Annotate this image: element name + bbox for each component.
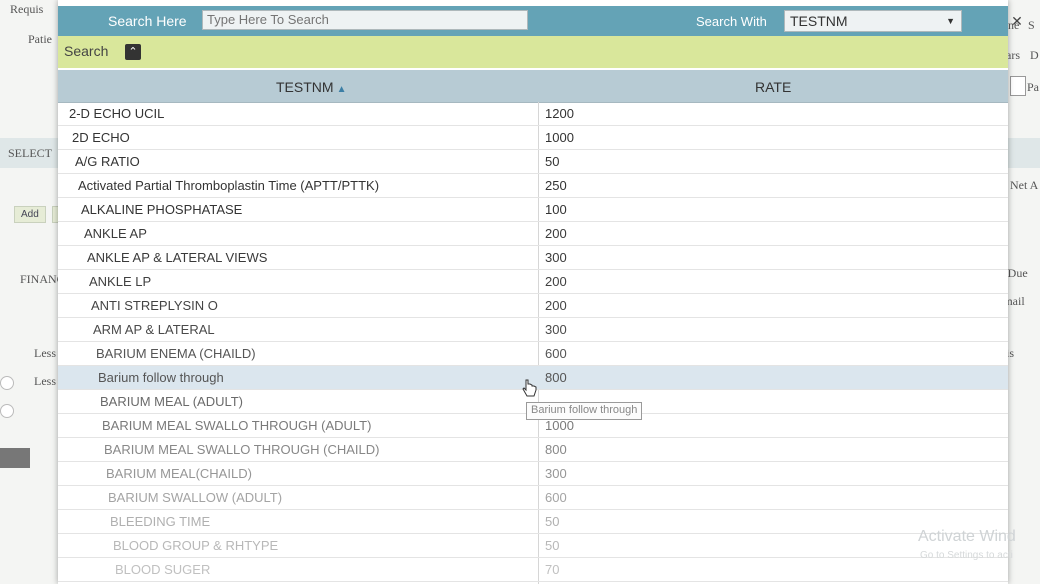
test-name-cell: A/G RATIO <box>75 154 140 169</box>
search-input[interactable] <box>202 10 528 30</box>
rate-cell: 300 <box>545 466 567 481</box>
checkbox[interactable] <box>1010 76 1026 96</box>
test-name-cell: 2-D ECHO UCIL <box>69 106 165 121</box>
test-search-popup: Search Here Search With TESTNM ▼ Search … <box>58 0 1008 584</box>
background-label: S <box>1028 18 1035 32</box>
rate-cell: 250 <box>545 178 567 193</box>
test-name-cell: ANTI STREPLYSIN O <box>91 298 218 313</box>
test-name-cell: BLEEDING TIME <box>110 514 211 529</box>
table-row[interactable]: ALKALINE PHOSPHATASE 100 <box>58 198 1008 222</box>
background-dark-block <box>0 448 30 468</box>
search-with-label: Search With <box>696 14 767 29</box>
rate-cell: 50 <box>545 538 560 553</box>
table-row[interactable]: BARIUM MEAL SWALLO THROUGH (CHAILD) 800 <box>58 438 1008 462</box>
background-label: ars <box>1006 48 1020 62</box>
table-row[interactable]: Activated Partial Thromboplastin Time (A… <box>58 174 1008 198</box>
filter-label: Search <box>64 43 109 59</box>
add-button[interactable]: Add <box>14 206 46 223</box>
background-label: Net A <box>1010 178 1039 192</box>
sort-asc-icon: ▲ <box>336 84 347 95</box>
activate-windows-subtitle: Go to Settings to acti <box>920 550 1013 561</box>
close-icon[interactable]: ✕ <box>1008 12 1026 30</box>
table-row[interactable]: BLEEDING TIME 50 <box>58 510 1008 534</box>
rate-cell: 600 <box>545 490 567 505</box>
rate-cell: 300 <box>545 250 567 265</box>
test-name-cell: Activated Partial Thromboplastin Time (A… <box>78 178 380 193</box>
table-row[interactable]: BLOOD GROUP & RHTYPE 50 <box>58 534 1008 558</box>
rate-cell: 200 <box>545 226 567 241</box>
table-row[interactable]: 2-D ECHO UCIL 1200 <box>58 102 1008 126</box>
activate-windows-watermark: Activate Wind <box>918 528 1016 545</box>
table-row[interactable]: ANTI STREPLYSIN O 200 <box>58 294 1008 318</box>
rate-cell: 600 <box>545 346 567 361</box>
table-row[interactable]: A/G RATIO 50 <box>58 150 1008 174</box>
test-name-cell: BARIUM SWALLOW (ADULT) <box>108 490 283 505</box>
rate-cell: 1000 <box>545 130 574 145</box>
search-with-select[interactable]: TESTNM ▼ <box>784 10 962 32</box>
table-row[interactable]: ANKLE AP & LATERAL VIEWS 300 <box>58 246 1008 270</box>
add-circle-icon[interactable] <box>0 376 14 390</box>
rate-cell: 50 <box>545 154 560 169</box>
test-name-cell: BARIUM MEAL SWALLO THROUGH (CHAILD) <box>104 442 380 457</box>
filter-bar: Search ⌃ <box>58 36 1008 68</box>
test-name-cell: BARIUM ENEMA (CHAILD) <box>96 346 256 361</box>
background-label: D <box>1030 48 1039 62</box>
background-label: Patie <box>28 32 52 46</box>
rate-cell: 800 <box>545 442 567 457</box>
test-name-cell: ARM AP & LATERAL <box>93 322 215 337</box>
test-name-cell: BARIUM MEAL (ADULT) <box>100 394 244 409</box>
row-tooltip: Barium follow through <box>526 402 643 420</box>
add-circle-icon[interactable] <box>0 404 14 418</box>
column-header-testnm[interactable]: TESTNM ▲ <box>276 79 346 95</box>
column-header-rate[interactable]: RATE <box>755 79 791 95</box>
search-here-label: Search Here <box>108 13 187 29</box>
test-name-cell: ANKLE AP & LATERAL VIEWS <box>87 250 268 265</box>
table-row[interactable]: ANKLE LP 200 <box>58 270 1008 294</box>
rate-cell: 50 <box>545 514 560 529</box>
search-with-value: TESTNM <box>790 13 848 29</box>
background-label: Requis <box>10 2 44 16</box>
background-label: SELECT <box>8 146 52 160</box>
table-row[interactable]: ANKLE AP 200 <box>58 222 1008 246</box>
hand-cursor-icon <box>522 379 537 397</box>
rate-cell: 200 <box>545 298 567 313</box>
chevron-down-icon: ▼ <box>946 16 955 26</box>
rate-cell: 70 <box>545 562 560 577</box>
test-name-cell: BLOOD SUGER <box>115 562 211 577</box>
test-name-cell: 2D ECHO <box>72 130 130 145</box>
popup-header: Search Here Search With TESTNM ▼ <box>58 6 1008 36</box>
rate-cell: 100 <box>545 202 567 217</box>
table-row[interactable]: ARM AP & LATERAL 300 <box>58 318 1008 342</box>
collapse-icon[interactable]: ⌃ <box>125 44 141 60</box>
test-name-cell: ALKALINE PHOSPHATASE <box>81 202 243 217</box>
table-row[interactable]: 2D ECHO 1000 <box>58 126 1008 150</box>
table-row[interactable]: BARIUM SWALLOW (ADULT) 600 <box>58 486 1008 510</box>
rate-cell: 800 <box>545 370 567 385</box>
rate-cell: 200 <box>545 274 567 289</box>
background-label: Pa <box>1027 80 1039 94</box>
table-row[interactable]: BARIUM ENEMA (CHAILD) 600 <box>58 342 1008 366</box>
test-name-cell: Barium follow through <box>98 370 224 385</box>
table-row[interactable]: BLOOD SUGER 70 <box>58 558 1008 582</box>
column-header-testnm-label: TESTNM <box>276 79 334 95</box>
test-name-cell: BARIUM MEAL(CHAILD) <box>106 466 252 481</box>
test-name-cell: BLOOD GROUP & RHTYPE <box>113 538 279 553</box>
test-name-cell: ANKLE LP <box>89 274 152 289</box>
rate-cell: 300 <box>545 322 567 337</box>
table-header: TESTNM ▲ RATE <box>58 70 1008 103</box>
test-name-cell: ANKLE AP <box>84 226 147 241</box>
rate-cell: 1200 <box>545 106 574 121</box>
table-row[interactable]: BARIUM MEAL(CHAILD) 300 <box>58 462 1008 486</box>
rate-cell: 1000 <box>545 418 574 433</box>
test-name-cell: BARIUM MEAL SWALLO THROUGH (ADULT) <box>102 418 372 433</box>
